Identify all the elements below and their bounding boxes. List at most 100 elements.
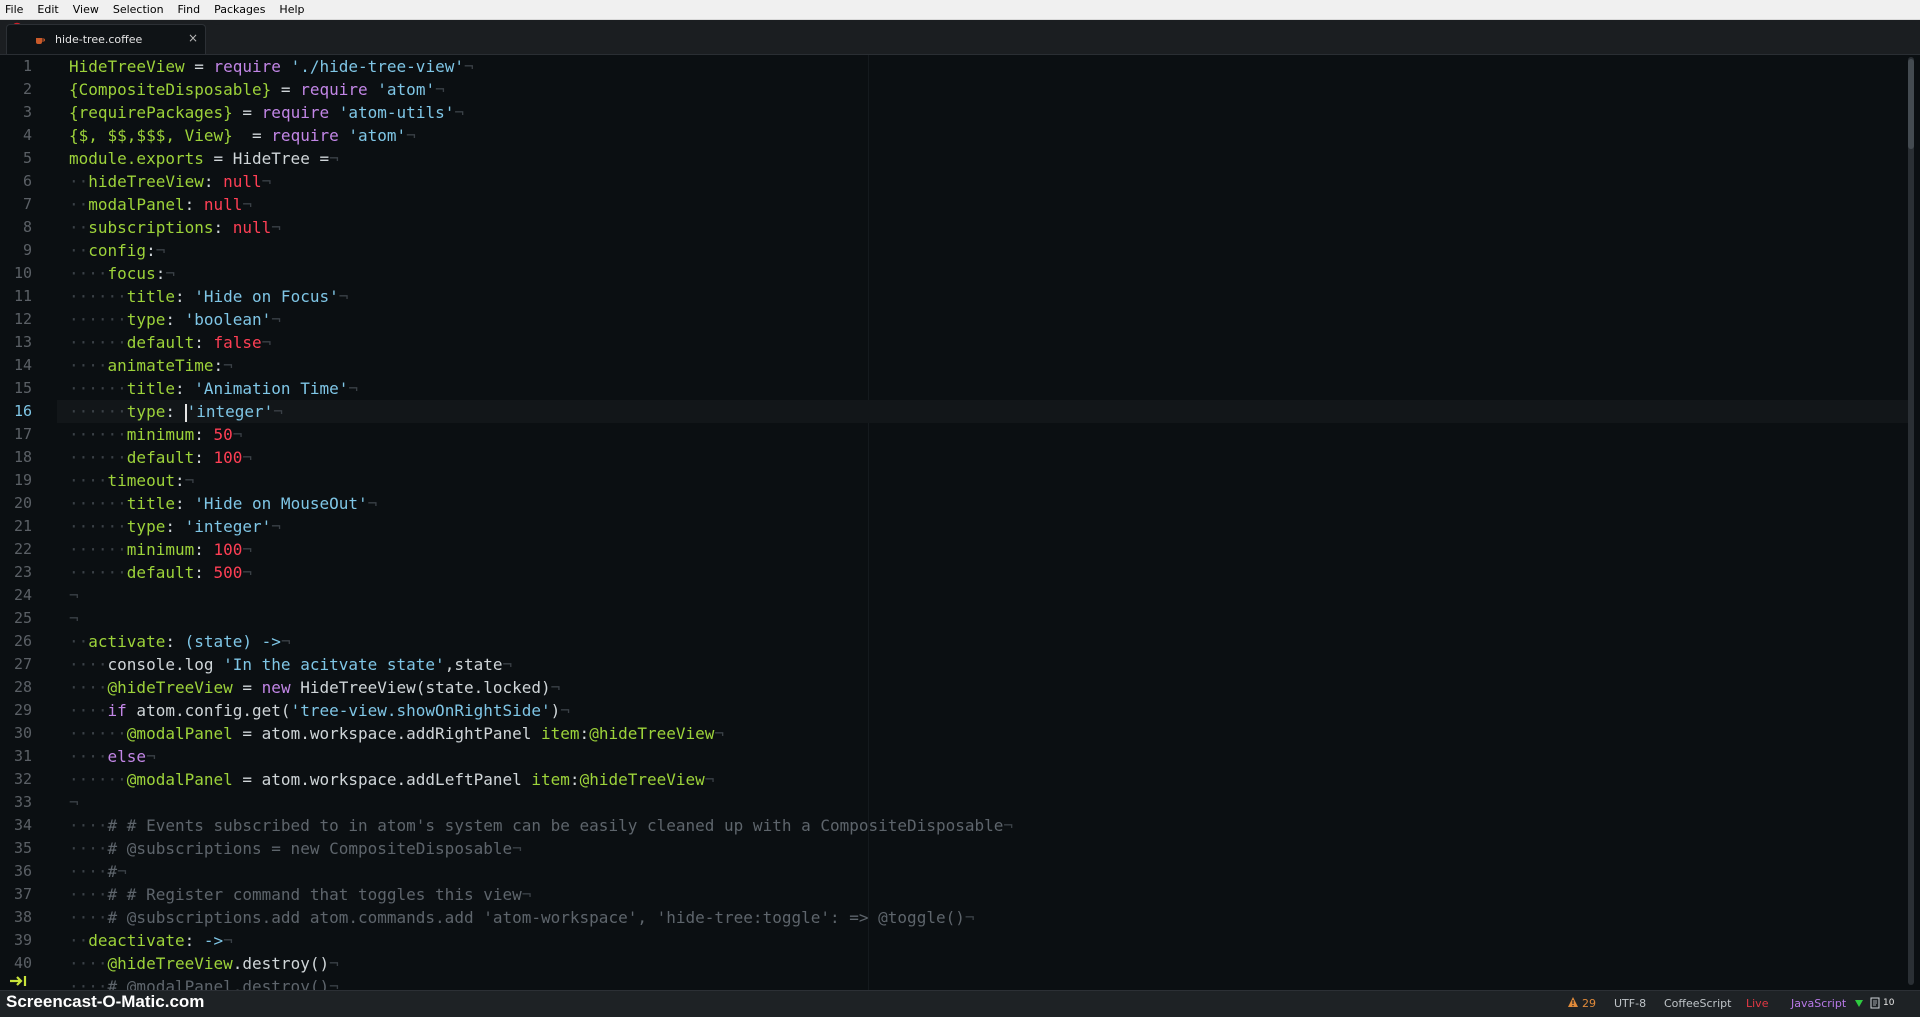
language-indicator[interactable]: JavaScript xyxy=(1791,997,1846,1010)
line-number: 33 xyxy=(13,793,32,811)
text-cursor xyxy=(184,403,187,422)
code-line[interactable]: ¬ xyxy=(69,584,79,607)
code-line[interactable]: ····# @modalPanel.destroy()¬ xyxy=(69,975,339,990)
code-line[interactable]: ····console.log 'In the acitvate state',… xyxy=(69,653,512,676)
code-line[interactable]: ····#¬ xyxy=(69,860,127,883)
code-line[interactable]: {requirePackages} = require 'atom-utils'… xyxy=(69,101,464,124)
code-line[interactable]: module.exports = HideTree =¬ xyxy=(69,147,339,170)
line-number: 27 xyxy=(13,655,32,673)
code-line[interactable]: ····# # Events subscribed to in atom's s… xyxy=(69,814,1013,837)
menu-bar: File Edit View Selection Find Packages H… xyxy=(0,0,1920,20)
code-line[interactable]: ····# # Register command that toggles th… xyxy=(69,883,531,906)
line-number: 16 xyxy=(13,402,32,420)
code-line[interactable]: ······minimum: 100¬ xyxy=(69,538,252,561)
line-number: 5 xyxy=(22,149,32,167)
code-line[interactable]: {$, $$,$$$, View} = require 'atom'¬ xyxy=(69,124,416,147)
menu-selection[interactable]: Selection xyxy=(106,0,171,19)
line-number: 14 xyxy=(13,356,32,374)
code-line[interactable]: ··modalPanel: null¬ xyxy=(69,193,252,216)
git-arrow-icon xyxy=(1855,1000,1863,1007)
code-line[interactable]: ····# @subscriptions.add atom.commands.a… xyxy=(69,906,975,929)
line-number: 8 xyxy=(22,218,32,236)
menu-help[interactable]: Help xyxy=(272,0,311,19)
code-line[interactable]: ··hideTreeView: null¬ xyxy=(69,170,271,193)
code-line[interactable]: ····if atom.config.get('tree-view.showOn… xyxy=(69,699,570,722)
code-line[interactable]: ······default: 500¬ xyxy=(69,561,252,584)
code-line[interactable]: ¬ xyxy=(69,607,79,630)
tab-bar: hide-tree.coffee × xyxy=(0,20,1920,55)
code-line[interactable]: ··config:¬ xyxy=(69,239,165,262)
code-area[interactable]: HideTreeView = require './hide-tree-view… xyxy=(57,55,1909,990)
vertical-scrollbar-track[interactable] xyxy=(1908,57,1914,985)
warning-icon[interactable] xyxy=(1567,996,1579,1008)
code-line[interactable]: HideTreeView = require './hide-tree-view… xyxy=(69,55,474,78)
line-number-gutter: 1 2 3 4 5 6 7 8 9 10 11 12 13 14 15 16 17 18 19 20 21 22 23 24 2… xyxy=(0,55,58,990)
line-number: 7 xyxy=(22,195,32,213)
code-line[interactable]: ······title: 'Hide on Focus'¬ xyxy=(69,285,348,308)
code-line[interactable]: ······type: 'integer'¬ xyxy=(57,400,1909,423)
code-line[interactable]: ··subscriptions: null¬ xyxy=(69,216,281,239)
menu-file[interactable]: File xyxy=(0,0,30,19)
warning-count[interactable]: 29 xyxy=(1582,997,1596,1010)
code-line[interactable]: ····@hideTreeView.destroy()¬ xyxy=(69,952,339,975)
code-editor[interactable]: 1 2 3 4 5 6 7 8 9 10 11 12 13 14 15 16 17 18 19 20 21 22 23 24 2… xyxy=(0,55,1920,990)
code-line[interactable]: ······minimum: 50¬ xyxy=(69,423,242,446)
code-line[interactable]: ····else¬ xyxy=(69,745,156,768)
code-line[interactable]: ··deactivate: ->¬ xyxy=(69,929,233,952)
line-number: 25 xyxy=(13,609,32,627)
line-number: 39 xyxy=(13,931,32,949)
code-line[interactable]: ····@hideTreeView = new HideTreeView(sta… xyxy=(69,676,560,699)
line-number: 2 xyxy=(22,80,32,98)
menu-packages[interactable]: Packages xyxy=(207,0,272,19)
code-line[interactable]: ····# @subscriptions = new CompositeDisp… xyxy=(69,837,522,860)
line-number: 15 xyxy=(13,379,32,397)
line-number: 30 xyxy=(13,724,32,742)
watermark-text: Screencast-O-Matic.com xyxy=(6,992,205,1011)
code-line[interactable]: ······type: 'boolean'¬ xyxy=(69,308,281,331)
line-number: 20 xyxy=(13,494,32,512)
line-number: 11 xyxy=(13,287,32,305)
line-number: 22 xyxy=(13,540,32,558)
menu-edit[interactable]: Edit xyxy=(30,0,65,19)
line-number: 36 xyxy=(13,862,32,880)
line-number: 24 xyxy=(13,586,32,604)
code-line[interactable]: ······default: 100¬ xyxy=(69,446,252,469)
line-number: 13 xyxy=(13,333,32,351)
code-line[interactable]: ······title: 'Animation Time'¬ xyxy=(69,377,358,400)
code-line[interactable]: ······title: 'Hide on MouseOut'¬ xyxy=(69,492,377,515)
code-line[interactable]: ······@modalPanel = atom.workspace.addRi… xyxy=(69,722,724,745)
code-line[interactable]: ····focus:¬ xyxy=(69,262,175,285)
line-number: 19 xyxy=(13,471,32,489)
line-number: 12 xyxy=(13,310,32,328)
menu-find[interactable]: Find xyxy=(171,0,208,19)
status-bar: Screencast-O-Matic.com 29 UTF-8 CoffeeSc… xyxy=(0,990,1920,1017)
line-number: 28 xyxy=(13,678,32,696)
code-line[interactable]: {CompositeDisposable} = require 'atom'¬ xyxy=(69,78,445,101)
vertical-scrollbar-thumb[interactable] xyxy=(1908,59,1914,149)
code-line[interactable]: ¬ xyxy=(69,791,79,814)
line-number: 38 xyxy=(13,908,32,926)
grammar-selector[interactable]: CoffeeScript xyxy=(1664,997,1731,1010)
code-line[interactable]: ····animateTime:¬ xyxy=(69,354,233,377)
coffee-file-icon xyxy=(36,38,45,44)
menu-view[interactable]: View xyxy=(66,0,106,19)
code-line[interactable]: ······type: 'integer'¬ xyxy=(69,515,281,538)
line-number: 10 xyxy=(13,264,32,282)
code-line[interactable]: ······@modalPanel = atom.workspace.addLe… xyxy=(69,768,714,791)
line-number: 35 xyxy=(13,839,32,857)
line-number: 40 xyxy=(13,954,32,972)
line-number: 9 xyxy=(22,241,32,259)
code-line[interactable]: ··activate: (state) ->¬ xyxy=(69,630,291,653)
document-count: 10 xyxy=(1883,998,1895,1008)
tab-title: hide-tree.coffee xyxy=(55,33,143,46)
line-number: 17 xyxy=(13,425,32,443)
line-number: 4 xyxy=(22,126,32,144)
line-number: 1 xyxy=(22,57,32,75)
tab-close-button[interactable]: × xyxy=(188,31,198,45)
code-line[interactable]: ····timeout:¬ xyxy=(69,469,194,492)
code-line[interactable]: ······default: false¬ xyxy=(69,331,271,354)
live-indicator[interactable]: Live xyxy=(1746,997,1768,1010)
tab-hide-tree-coffee[interactable]: hide-tree.coffee × xyxy=(6,24,206,54)
encoding-indicator[interactable]: UTF-8 xyxy=(1614,997,1646,1010)
line-number: 34 xyxy=(13,816,32,834)
